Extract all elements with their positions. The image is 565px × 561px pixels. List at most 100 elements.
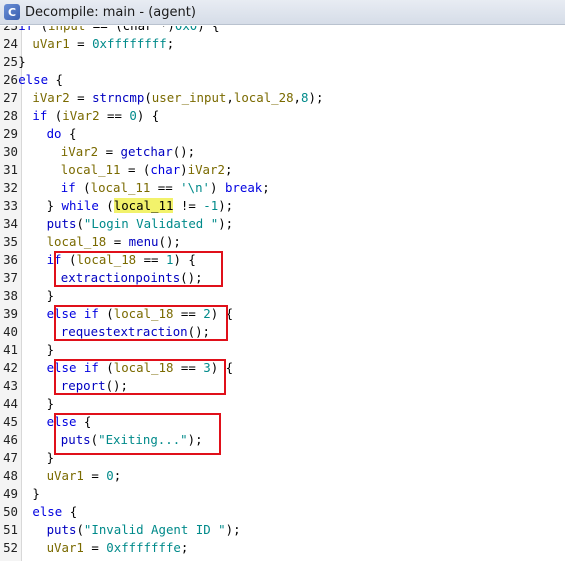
variable-token[interactable]: user_input bbox=[152, 90, 227, 105]
number-token: -1 bbox=[203, 198, 219, 213]
number-token: 0x0 bbox=[175, 26, 197, 33]
code-line[interactable]: 24 uVar1 = 0xffffffff; bbox=[0, 35, 565, 53]
highlighted-token[interactable]: local_11 bbox=[113, 198, 174, 213]
punctuation-token: (); bbox=[158, 234, 181, 249]
punctuation-token: ; bbox=[166, 36, 175, 51]
code-line[interactable]: 41} bbox=[0, 341, 565, 359]
code-line[interactable]: 33} while (local_11 != -1); bbox=[0, 197, 565, 215]
punctuation-token: ) bbox=[180, 162, 188, 177]
variable-token[interactable]: local_18 bbox=[47, 234, 107, 249]
code-text: uVar1 = 0xfffffffe; bbox=[47, 539, 189, 557]
code-line[interactable]: 32 if (local_11 == '\n') break; bbox=[0, 179, 565, 197]
line-number: 52 bbox=[3, 540, 18, 555]
variable-token[interactable]: local_11 bbox=[91, 180, 151, 195]
variable-token[interactable]: iVar2 bbox=[61, 144, 98, 159]
punctuation-token: ) bbox=[210, 180, 225, 195]
variable-token[interactable]: local_28 bbox=[234, 90, 294, 105]
code-line[interactable]: 28 if (iVar2 == 0) { bbox=[0, 107, 565, 125]
punctuation-token: ; bbox=[113, 468, 122, 483]
highlight-box-option-2 bbox=[54, 305, 228, 341]
code-text: local_18 = menu(); bbox=[47, 233, 181, 251]
keyword-token: break bbox=[224, 180, 263, 195]
code-line[interactable]: 35 local_18 = menu(); bbox=[0, 233, 565, 251]
variable-token[interactable]: iVar2 bbox=[32, 90, 69, 105]
line-number: 41 bbox=[3, 342, 18, 357]
code-line[interactable]: 52 uVar1 = 0xfffffffe; bbox=[0, 539, 565, 557]
string-token: "Login Validated " bbox=[83, 216, 219, 231]
punctuation-token: = ( bbox=[120, 162, 151, 177]
punctuation-token: ; bbox=[180, 540, 189, 555]
function-token[interactable]: puts bbox=[47, 522, 77, 537]
code-line[interactable]: 31 local_11 = (char)iVar2; bbox=[0, 161, 565, 179]
code-text: if (iVar2 == 0) { bbox=[32, 107, 159, 125]
punctuation-token: ( bbox=[33, 26, 48, 33]
variable-token[interactable]: local_11 bbox=[61, 162, 121, 177]
variable-token[interactable]: uVar1 bbox=[47, 540, 84, 555]
number-token: 0xffffffff bbox=[92, 36, 167, 51]
punctuation-token: ) { bbox=[197, 26, 219, 33]
code-line[interactable]: 38} bbox=[0, 287, 565, 305]
keyword-token: if bbox=[18, 26, 33, 33]
variable-token[interactable]: uVar1 bbox=[32, 36, 69, 51]
code-line[interactable]: 29 do { bbox=[0, 125, 565, 143]
code-text: } bbox=[47, 449, 54, 467]
line-number: 26 bbox=[3, 72, 18, 87]
punctuation-token: ) { bbox=[136, 108, 160, 123]
line-number: 24 bbox=[3, 36, 18, 51]
variable-token[interactable]: input bbox=[48, 26, 85, 33]
line-number: 43 bbox=[3, 378, 18, 393]
code-line[interactable]: 34 puts("Login Validated "); bbox=[0, 215, 565, 233]
code-line[interactable]: 48 uVar1 = 0; bbox=[0, 467, 565, 485]
code-line[interactable]: 44} bbox=[0, 395, 565, 413]
function-token[interactable]: puts bbox=[47, 216, 77, 231]
punctuation-token: = bbox=[69, 90, 93, 105]
code-line[interactable]: 50 else { bbox=[0, 503, 565, 521]
code-line[interactable]: 25} bbox=[0, 53, 565, 71]
code-line[interactable]: 30 iVar2 = getchar(); bbox=[0, 143, 565, 161]
variable-token[interactable]: iVar2 bbox=[62, 108, 99, 123]
keyword-token: if bbox=[32, 108, 48, 123]
punctuation-token: ; bbox=[262, 180, 270, 195]
punctuation-token: ( bbox=[47, 108, 63, 123]
code-text: else { bbox=[32, 503, 77, 521]
line-number: 27 bbox=[3, 90, 18, 105]
punctuation-token: ); bbox=[218, 216, 234, 231]
variable-token[interactable]: uVar1 bbox=[47, 468, 84, 483]
punctuation-token: ; bbox=[224, 162, 233, 177]
code-text: } bbox=[32, 485, 39, 503]
line-number: 40 bbox=[3, 324, 18, 339]
function-token[interactable]: getchar bbox=[121, 144, 173, 159]
highlight-box-option-3 bbox=[54, 359, 226, 395]
punctuation-token: , bbox=[293, 90, 302, 105]
highlight-box-option-1 bbox=[54, 251, 223, 287]
punctuation-token: } bbox=[46, 288, 55, 303]
variable-token[interactable]: iVar2 bbox=[188, 162, 225, 177]
line-number: 50 bbox=[3, 504, 18, 519]
punctuation-token: , bbox=[226, 90, 234, 105]
code-line[interactable]: 51 puts("Invalid Agent ID "); bbox=[0, 521, 565, 539]
keyword-token: while bbox=[61, 198, 99, 213]
punctuation-token: ); bbox=[218, 198, 234, 213]
code-line[interactable]: 26 else { bbox=[0, 71, 565, 89]
punctuation-token: } bbox=[32, 486, 40, 501]
punctuation-token: (char *) bbox=[115, 26, 175, 33]
function-token[interactable]: menu bbox=[129, 234, 159, 249]
code-line[interactable]: 49} bbox=[0, 485, 565, 503]
punctuation-token: ( bbox=[144, 90, 152, 105]
code-text: local_11 = (char)iVar2; bbox=[61, 161, 233, 179]
punctuation-token: { bbox=[48, 72, 63, 87]
code-text: iVar2 = strncmp(user_input,local_28,8); bbox=[32, 89, 323, 107]
line-number: 33 bbox=[3, 198, 18, 213]
punctuation-token: } bbox=[46, 342, 55, 357]
keyword-token: do bbox=[46, 126, 62, 141]
punctuation-token: == bbox=[150, 180, 181, 195]
function-token[interactable]: strncmp bbox=[92, 90, 144, 105]
number-token: 0 bbox=[129, 108, 137, 123]
decompiler-code-view[interactable]: 23if (input == (char *)0x0) {24 uVar1 = 0… bbox=[0, 26, 565, 561]
code-line[interactable]: 27 iVar2 = strncmp(user_input,local_28,8)… bbox=[0, 89, 565, 107]
code-line[interactable]: 23if (input == (char *)0x0) { bbox=[0, 26, 565, 35]
line-number: 51 bbox=[3, 522, 18, 537]
title-bar: C Decompile: main - (agent) bbox=[0, 0, 565, 25]
punctuation-token: == bbox=[99, 108, 130, 123]
punctuation-token: (); bbox=[172, 144, 196, 159]
